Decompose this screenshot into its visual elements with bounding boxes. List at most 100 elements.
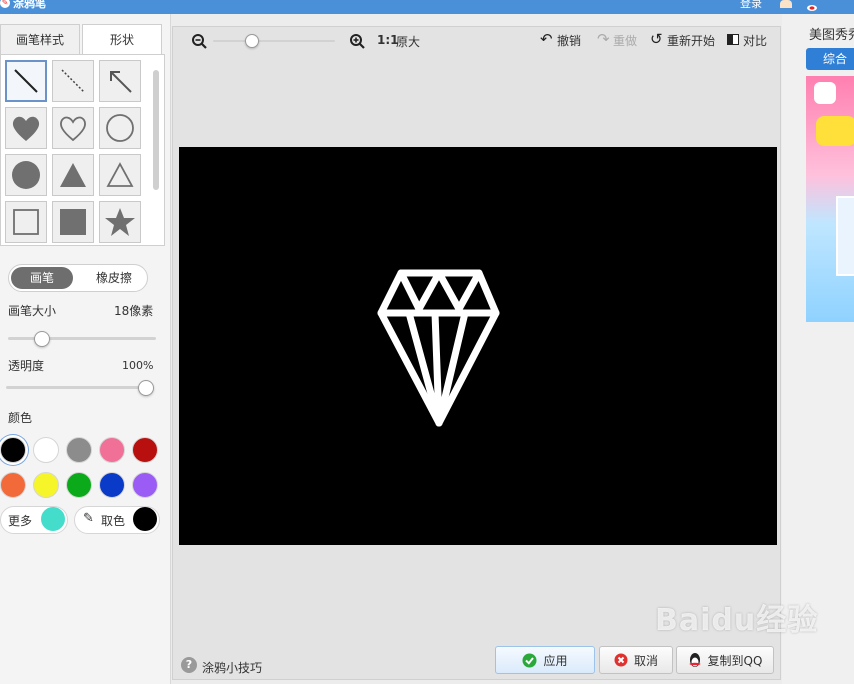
right-panel: 美图秀秀 综合 xyxy=(782,14,854,684)
login-link[interactable]: 登录 xyxy=(740,0,762,11)
canvas-area: 1:1 原大 ↶ 撤销 ↷ 重做 ↺ 重新开始 对比 ? 涂鸦小技巧 应用 取消 xyxy=(172,26,781,680)
eyedropper-icon: ✎ xyxy=(83,511,94,526)
shape-square-outline-button[interactable] xyxy=(5,201,47,243)
brush-mode-button[interactable]: 画笔 xyxy=(11,267,73,289)
star-icon xyxy=(105,208,135,236)
more-colors-swatch xyxy=(41,507,65,531)
color-swatch[interactable] xyxy=(33,437,59,463)
color-swatch[interactable] xyxy=(132,472,158,498)
dashed-line-icon xyxy=(61,69,85,93)
diamond-drawing xyxy=(377,269,500,427)
color-swatch[interactable] xyxy=(99,437,125,463)
window-title: 涂鸦笔 xyxy=(13,0,46,10)
ad-banner[interactable] xyxy=(806,76,854,322)
square-outline-icon xyxy=(13,209,39,235)
opacity-label: 透明度 xyxy=(8,359,45,373)
shape-square-filled-button[interactable] xyxy=(52,201,94,243)
opacity-slider[interactable] xyxy=(6,380,154,396)
shape-star-button[interactable] xyxy=(99,201,141,243)
shape-line-button[interactable] xyxy=(5,60,47,102)
more-colors-button[interactable]: 更多 xyxy=(0,506,68,534)
color-swatch[interactable] xyxy=(99,472,125,498)
color-swatch[interactable] xyxy=(0,437,26,463)
apply-label: 应用 xyxy=(543,653,568,668)
opacity-slider-thumb[interactable] xyxy=(138,380,154,396)
app-promo-icon xyxy=(814,82,836,104)
triangle-outline-icon xyxy=(106,162,134,187)
compare-icon[interactable] xyxy=(727,34,739,45)
color-swatch[interactable] xyxy=(0,472,26,498)
brush-size-value: 18像素 xyxy=(114,304,154,318)
promo-graphic xyxy=(816,116,854,146)
shape-heart-outline-button[interactable] xyxy=(52,107,94,149)
shape-grid xyxy=(0,54,165,246)
undo-icon[interactable]: ↶ xyxy=(540,30,553,48)
baidu-watermark: Baidu经验 xyxy=(655,603,819,638)
redo-icon[interactable]: ↷ xyxy=(597,30,610,48)
line-icon xyxy=(14,69,38,93)
circle-outline-icon xyxy=(106,114,134,142)
canvas-toolbar: 1:1 原大 ↶ 撤销 ↷ 重做 ↺ 重新开始 对比 xyxy=(173,27,780,55)
zoom-out-icon[interactable] xyxy=(191,33,207,49)
heart-outline-icon xyxy=(60,116,86,142)
restart-button[interactable]: 重新开始 xyxy=(667,32,715,49)
cancel-button[interactable]: 取消 xyxy=(599,646,673,674)
copy-to-qq-button[interactable]: 复制到QQ xyxy=(676,646,774,674)
shape-circle-filled-button[interactable] xyxy=(5,154,47,196)
zoom-in-icon[interactable] xyxy=(349,33,365,49)
check-icon xyxy=(522,653,537,667)
left-panel: 画笔样式 形状 画笔 橡皮擦 画笔大小 18像素 透明度 100% 颜色 更多 … xyxy=(0,14,171,684)
shape-heart-filled-button[interactable] xyxy=(5,107,47,149)
circle-filled-icon xyxy=(12,161,40,189)
drawing-canvas[interactable] xyxy=(179,147,777,545)
color-swatch[interactable] xyxy=(33,472,59,498)
zoom-slider[interactable] xyxy=(213,34,335,48)
square-filled-icon xyxy=(60,209,86,235)
tab-comprehensive[interactable]: 综合 xyxy=(806,48,854,70)
heart-filled-icon xyxy=(12,116,40,141)
mode-toggle: 画笔 橡皮擦 xyxy=(8,264,148,292)
restart-icon[interactable]: ↺ xyxy=(650,30,663,48)
title-bar: ✎ 涂鸦笔 登录 xyxy=(0,0,854,14)
tab-brush-style[interactable]: 画笔样式 xyxy=(0,24,80,55)
cancel-label: 取消 xyxy=(633,653,658,668)
color-label: 颜色 xyxy=(8,411,33,425)
shape-dashed-line-button[interactable] xyxy=(52,60,94,102)
arrow-icon xyxy=(110,71,132,93)
compare-button[interactable]: 对比 xyxy=(743,32,767,49)
zoom-slider-thumb[interactable] xyxy=(245,34,260,48)
color-picker-label: 取色 xyxy=(101,514,126,528)
brush-size-slider[interactable] xyxy=(8,331,156,347)
shape-circle-outline-button[interactable] xyxy=(99,107,141,149)
redo-button[interactable]: 重做 xyxy=(613,32,637,49)
qq-penguin-icon xyxy=(689,653,701,667)
picked-color-swatch xyxy=(133,507,157,531)
shape-triangle-filled-button[interactable] xyxy=(52,154,94,196)
brush-size-label: 画笔大小 xyxy=(8,304,57,318)
color-picker-button[interactable]: ✎ 取色 xyxy=(74,506,160,534)
weibo-icon[interactable] xyxy=(806,0,818,11)
color-swatch[interactable] xyxy=(66,437,92,463)
scrollbar-thumb[interactable] xyxy=(153,70,159,190)
copy-to-qq-label: 复制到QQ xyxy=(707,653,763,668)
user-avatar-icon[interactable] xyxy=(780,0,792,8)
right-panel-title: 美图秀秀 xyxy=(809,28,854,43)
shape-scrollbar[interactable] xyxy=(152,60,160,240)
close-icon xyxy=(614,653,628,667)
shape-arrow-button[interactable] xyxy=(99,60,141,102)
shape-triangle-outline-button[interactable] xyxy=(99,154,141,196)
drawing-tips-link[interactable]: 涂鸦小技巧 xyxy=(202,659,262,676)
help-icon[interactable]: ? xyxy=(181,657,197,673)
color-swatch[interactable] xyxy=(66,472,92,498)
brush-size-slider-thumb[interactable] xyxy=(34,331,51,347)
app-logo-icon: ✎ xyxy=(0,0,10,8)
triangle-filled-icon xyxy=(60,163,86,187)
apply-button[interactable]: 应用 xyxy=(495,646,595,674)
eraser-mode-button[interactable]: 橡皮擦 xyxy=(83,267,145,289)
tab-shape[interactable]: 形状 xyxy=(82,24,162,55)
promo-photo xyxy=(836,196,854,276)
original-size-button[interactable]: 原大 xyxy=(396,33,420,50)
color-swatch[interactable] xyxy=(132,437,158,463)
more-colors-label: 更多 xyxy=(8,514,33,528)
undo-button[interactable]: 撤销 xyxy=(557,32,581,49)
